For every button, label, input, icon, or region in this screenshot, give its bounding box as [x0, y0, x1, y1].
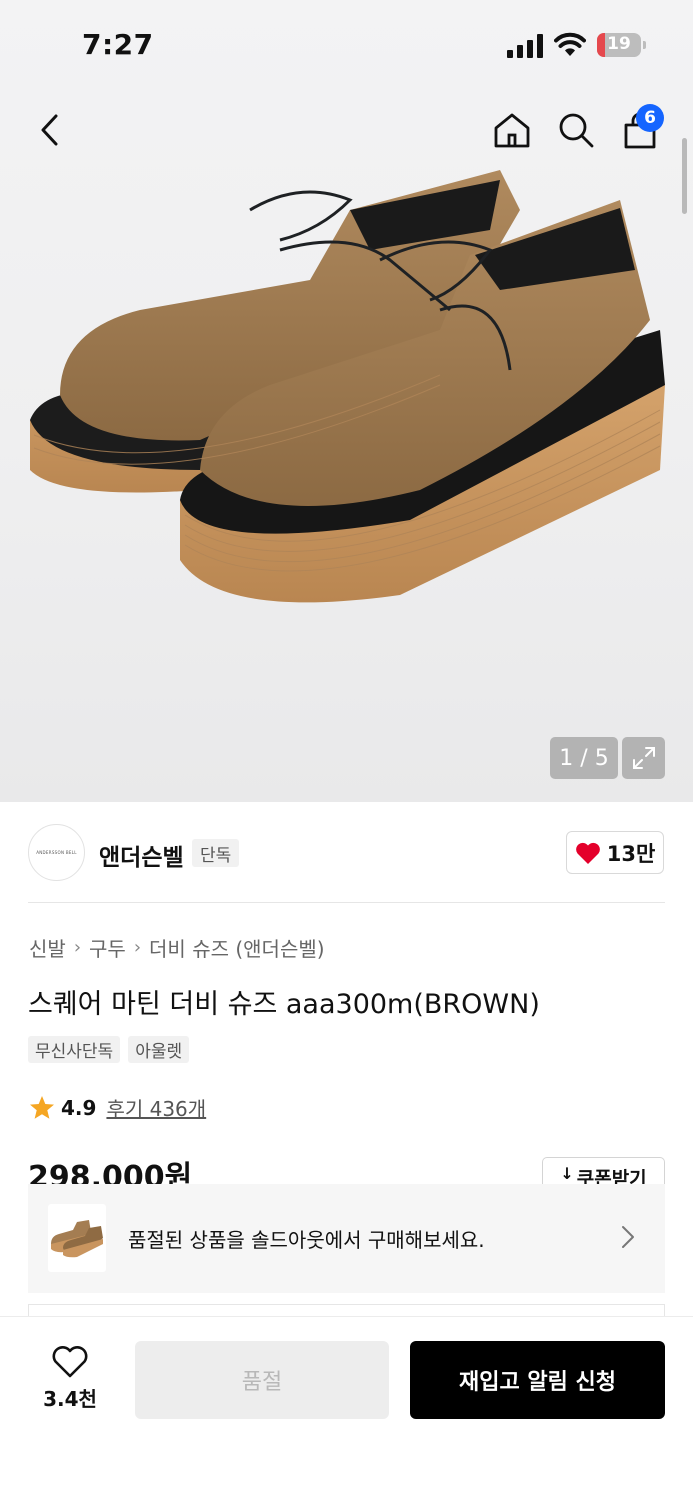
star-icon — [30, 1095, 54, 1119]
product-tag: 아울렛 — [128, 1036, 190, 1063]
battery-icon: 19 — [597, 33, 641, 57]
chevron-left-icon — [41, 114, 58, 146]
rating-row: 4.9 후기 436개 — [29, 1093, 206, 1122]
chevron-right-icon: › — [73, 937, 82, 958]
image-counter: 1 / 5 — [550, 737, 618, 779]
brand-logo[interactable]: ANDERSSON BELL — [28, 824, 85, 881]
soldout-banner-message: 품절된 상품을 솔드아웃에서 구매해보세요. — [128, 1228, 485, 1252]
restock-alert-button[interactable]: 재입고 알림 신청 — [410, 1341, 665, 1419]
banner-thumbnail — [48, 1204, 106, 1272]
soldout-button: 품절 — [135, 1341, 389, 1419]
expand-icon — [632, 747, 655, 769]
wifi-icon — [554, 32, 586, 56]
reviews-link[interactable]: 후기 436개 — [106, 1093, 206, 1122]
signal-icon — [507, 34, 543, 58]
back-button[interactable] — [28, 108, 72, 152]
product-price: 298,000원 — [28, 1160, 193, 1184]
chevron-right-icon — [622, 1226, 634, 1248]
shoe-thumbnail-icon — [51, 1220, 103, 1258]
brand-name[interactable]: 앤더슨벨 — [99, 838, 184, 872]
product-photo — [30, 170, 665, 603]
brand-like-button[interactable]: 13만 — [566, 831, 664, 874]
coupon-button[interactable]: ↓ 쿠폰받기 — [542, 1157, 665, 1185]
bottom-action-bar: 3.4천 품절 재입고 알림 신청 — [0, 1316, 693, 1500]
product-tags: 무신사단독 아울렛 — [28, 1036, 190, 1063]
product-title: 스퀘어 마틴 더비 슈즈 aaa300m(BROWN) — [28, 989, 540, 1020]
brand-like-count: 13만 — [606, 841, 656, 866]
wishlist-button[interactable]: 3.4천 — [30, 1345, 110, 1415]
brand-exclusive-tag: 단독 — [192, 839, 240, 867]
scrollbar[interactable] — [682, 138, 687, 214]
search-icon — [559, 113, 594, 148]
breadcrumb-item[interactable]: 구두 — [89, 933, 126, 962]
heart-outline-icon — [52, 1346, 88, 1378]
breadcrumb: 신발 › 구두 › 더비 슈즈 (앤더슨벨) — [29, 933, 325, 962]
download-icon: ↓ — [560, 1164, 574, 1183]
status-bar: 7:27 19 — [0, 0, 693, 90]
home-button[interactable] — [490, 108, 534, 152]
battery-percent: 19 — [607, 34, 631, 54]
breadcrumb-item[interactable]: 더비 슈즈 (앤더슨벨) — [149, 933, 325, 962]
chevron-right-icon: › — [133, 937, 142, 958]
expand-button[interactable] — [622, 737, 665, 779]
soldout-banner[interactable]: 품절된 상품을 솔드아웃에서 구매해보세요. — [28, 1184, 665, 1293]
cart-count-badge: 6 — [636, 104, 664, 132]
wishlist-count: 3.4천 — [43, 1387, 97, 1411]
divider — [28, 902, 665, 903]
search-button[interactable] — [554, 108, 598, 152]
heart-icon — [575, 842, 600, 864]
product-image-gallery[interactable]: 7:27 19 6 1 / 5 — [0, 0, 693, 802]
product-tag: 무신사단독 — [28, 1036, 121, 1063]
rating-score: 4.9 — [61, 1095, 97, 1120]
home-icon — [494, 113, 530, 148]
coupon-label: 쿠폰받기 — [576, 1168, 647, 1185]
brand-logo-text: ANDERSSON BELL — [36, 850, 77, 855]
status-time: 7:27 — [82, 28, 154, 61]
breadcrumb-item[interactable]: 신발 — [29, 933, 66, 962]
